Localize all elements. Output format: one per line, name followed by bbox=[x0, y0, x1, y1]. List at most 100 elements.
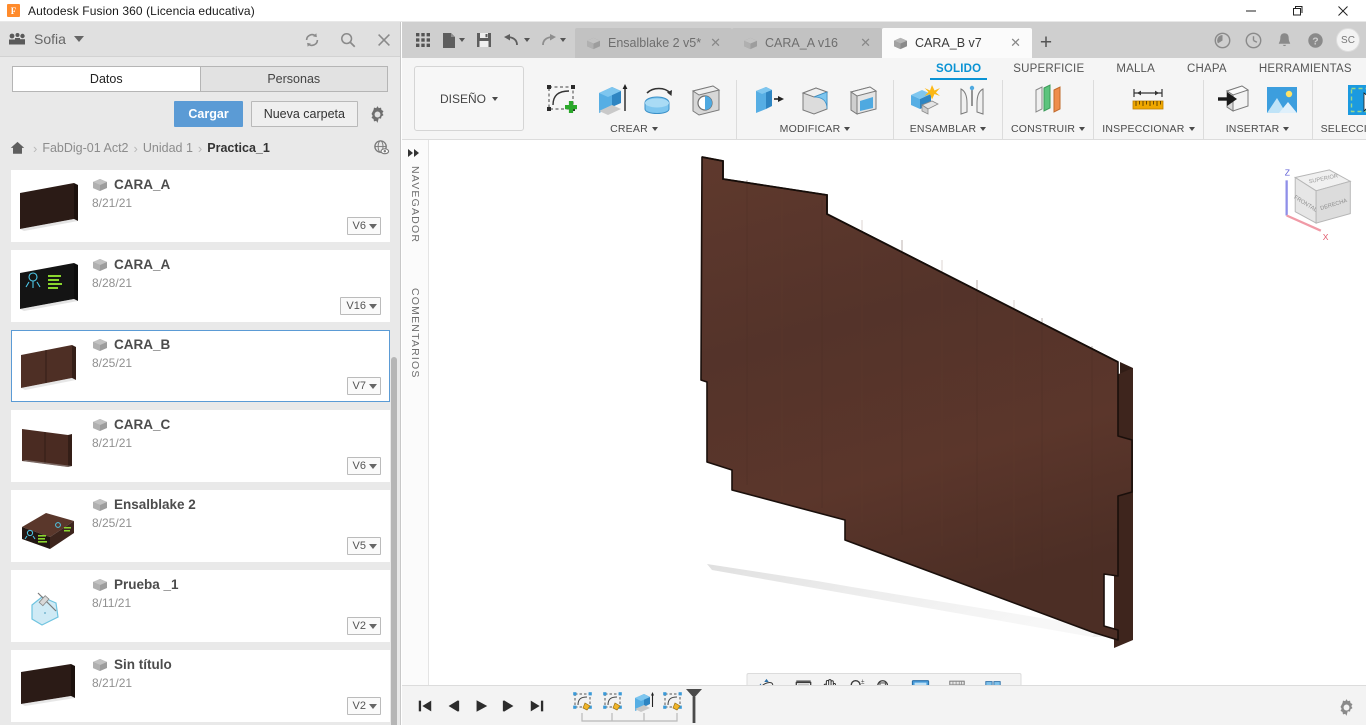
viewport[interactable]: NAVEGADOR COMENTARIOS SUPERIOR FRONTAL D… bbox=[402, 140, 1366, 707]
breadcrumb: › FabDig-01 Act2 › Unidad 1 › Practica_1 bbox=[0, 135, 400, 161]
breadcrumb-item-2[interactable]: Practica_1 bbox=[207, 141, 270, 155]
data-panel-tabs: Datos Personas bbox=[0, 57, 400, 92]
measure-icon[interactable] bbox=[1126, 78, 1170, 122]
step-forward-icon[interactable] bbox=[496, 692, 522, 720]
timeline-feature-sketch[interactable] bbox=[658, 689, 688, 715]
list-item[interactable]: CARA_A 8/21/21 V6 bbox=[11, 170, 390, 242]
select-window-icon[interactable] bbox=[1342, 78, 1366, 122]
list-item[interactable]: CARA_B 8/25/21 V7 bbox=[11, 330, 390, 402]
timeline-feature-extrude[interactable] bbox=[628, 689, 658, 715]
play-icon[interactable] bbox=[468, 692, 494, 720]
shell-icon[interactable] bbox=[841, 78, 885, 122]
list-item[interactable]: CARA_A 8/28/21 V16 bbox=[11, 250, 390, 322]
close-icon[interactable]: ✕ bbox=[708, 35, 723, 51]
ribbon-tab-solido[interactable]: SOLIDO bbox=[920, 58, 997, 80]
version-badge[interactable]: V16 bbox=[340, 297, 381, 315]
list-item[interactable]: Sin título 8/21/21 V2 bbox=[11, 650, 390, 722]
revolve-icon[interactable] bbox=[636, 78, 680, 122]
offset-plane-icon[interactable] bbox=[1026, 78, 1070, 122]
version-badge[interactable]: V2 bbox=[346, 697, 381, 715]
component-cube-icon bbox=[92, 338, 108, 352]
panel-label[interactable]: ENSAMBLAR bbox=[910, 123, 987, 135]
tab-personas[interactable]: Personas bbox=[199, 66, 388, 92]
step-back-icon[interactable] bbox=[440, 692, 466, 720]
document-tab-cara-b[interactable]: CARA_B v7 ✕ bbox=[882, 28, 1033, 58]
panel-label[interactable]: MODIFICAR bbox=[780, 123, 851, 135]
list-item[interactable]: CARA_C 8/21/21 V6 bbox=[11, 410, 390, 482]
jobs-status-icon[interactable] bbox=[1212, 30, 1232, 50]
recent-icon[interactable] bbox=[1243, 30, 1263, 50]
close-panel-icon[interactable] bbox=[374, 30, 394, 50]
notifications-bell-icon[interactable] bbox=[1274, 30, 1294, 50]
upload-button[interactable]: Cargar bbox=[174, 101, 243, 127]
skip-start-icon[interactable] bbox=[412, 692, 438, 720]
hole-icon[interactable] bbox=[684, 78, 728, 122]
close-icon[interactable]: ✕ bbox=[858, 35, 873, 51]
minimize-icon[interactable] bbox=[1228, 0, 1274, 22]
extrude-icon[interactable] bbox=[588, 78, 632, 122]
globe-eye-icon[interactable] bbox=[373, 139, 390, 156]
press-pull-icon[interactable] bbox=[745, 78, 789, 122]
version-badge[interactable]: V2 bbox=[346, 617, 381, 635]
maximize-icon[interactable] bbox=[1274, 0, 1320, 22]
undo-icon[interactable] bbox=[500, 26, 533, 54]
document-tab-ensalblake2[interactable]: Ensalblake 2 v5* ✕ bbox=[575, 28, 733, 58]
avatar[interactable]: SC bbox=[1336, 28, 1360, 52]
model-3d-body[interactable] bbox=[402, 140, 1366, 707]
ribbon-tab-malla[interactable]: MALLA bbox=[1100, 58, 1171, 80]
ribbon-tab-chapa[interactable]: CHAPA bbox=[1171, 58, 1243, 80]
fillet-icon[interactable] bbox=[793, 78, 837, 122]
tab-datos[interactable]: Datos bbox=[12, 66, 200, 92]
search-icon[interactable] bbox=[338, 30, 358, 50]
ribbon-panel-inspeccionar: INSPECCIONAR bbox=[1093, 80, 1202, 140]
skip-end-icon[interactable] bbox=[524, 692, 550, 720]
list-item-title: CARA_A bbox=[92, 257, 389, 272]
list-item[interactable]: Prueba _1 8/11/21 V2 bbox=[11, 570, 390, 642]
workspace-selector[interactable]: DISEÑO bbox=[414, 66, 524, 131]
ribbon-tab-herramientas[interactable]: HERRAMIENTAS bbox=[1243, 58, 1366, 80]
version-badge[interactable]: V6 bbox=[346, 217, 381, 235]
breadcrumb-item-0[interactable]: FabDig-01 Act2 bbox=[42, 141, 128, 155]
new-file-icon[interactable] bbox=[439, 26, 468, 54]
joint-icon[interactable] bbox=[950, 78, 994, 122]
gear-icon[interactable] bbox=[366, 103, 388, 125]
hub-name[interactable]: Sofia bbox=[34, 31, 66, 47]
data-panel-scrollbar[interactable] bbox=[391, 357, 397, 725]
add-document-tab-button[interactable]: + bbox=[1032, 28, 1061, 58]
redo-icon[interactable] bbox=[536, 26, 569, 54]
chevron-down-icon bbox=[369, 463, 377, 469]
grid-apps-icon[interactable] bbox=[410, 26, 436, 54]
save-icon[interactable] bbox=[471, 26, 497, 54]
version-badge[interactable]: V7 bbox=[346, 377, 381, 395]
home-icon[interactable] bbox=[10, 141, 25, 155]
create-sketch-icon[interactable] bbox=[540, 78, 584, 122]
view-cube[interactable]: SUPERIOR FRONTAL DERECHA Z X bbox=[1261, 160, 1356, 252]
document-tab-cara-a[interactable]: CARA_A v16 ✕ bbox=[732, 28, 883, 58]
panel-label[interactable]: INSPECCIONAR bbox=[1102, 123, 1195, 135]
panel-label[interactable]: SELECCIONAR bbox=[1321, 123, 1366, 135]
timeline-feature-sketch[interactable] bbox=[568, 689, 598, 715]
gear-icon[interactable] bbox=[1337, 698, 1356, 717]
panel-label[interactable]: CREAR bbox=[610, 123, 658, 135]
help-icon[interactable]: ? bbox=[1305, 30, 1325, 50]
insert-derive-icon[interactable] bbox=[1212, 78, 1256, 122]
close-icon[interactable]: ✕ bbox=[1008, 35, 1023, 51]
timeline-feature-sketch[interactable] bbox=[598, 689, 628, 715]
new-folder-button[interactable]: Nueva carpeta bbox=[250, 101, 358, 127]
file-list[interactable]: CARA_A 8/21/21 V6 CARA_A 8/28/21 V16 CAR… bbox=[0, 170, 401, 725]
list-item[interactable]: Ensalblake 2 8/25/21 V5 bbox=[11, 490, 390, 562]
list-item-body: Sin título 8/21/21 V2 bbox=[84, 651, 389, 721]
breadcrumb-item-1[interactable]: Unidad 1 bbox=[143, 141, 193, 155]
list-item-body: CARA_A 8/21/21 V6 bbox=[84, 171, 389, 241]
panel-label[interactable]: INSERTAR bbox=[1226, 123, 1290, 135]
new-component-icon[interactable] bbox=[902, 78, 946, 122]
version-badge[interactable]: V6 bbox=[346, 457, 381, 475]
panel-label[interactable]: CONSTRUIR bbox=[1011, 123, 1086, 135]
close-icon[interactable] bbox=[1320, 0, 1366, 22]
data-panel-actions: Cargar Nueva carpeta bbox=[0, 92, 400, 135]
refresh-icon[interactable] bbox=[302, 30, 322, 50]
version-badge[interactable]: V5 bbox=[346, 537, 381, 555]
chevron-down-icon[interactable] bbox=[73, 36, 84, 42]
insert-canvas-icon[interactable] bbox=[1260, 78, 1304, 122]
ribbon-tab-superficie[interactable]: SUPERFICIE bbox=[997, 58, 1100, 80]
